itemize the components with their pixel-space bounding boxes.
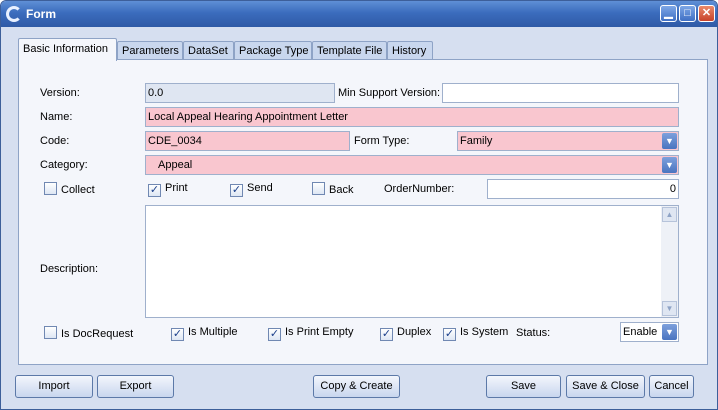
export-button[interactable]: Export (97, 375, 174, 398)
copy-create-button[interactable]: Copy & Create (313, 375, 400, 398)
version-label: Version: (40, 87, 80, 99)
chevron-down-icon[interactable]: ▼ (662, 157, 677, 173)
print-checkbox[interactable]: ✓ Print (148, 182, 188, 197)
tab-package-type[interactable]: Package Type (234, 41, 312, 60)
minimize-button[interactable]: ▁ (660, 5, 677, 22)
form-type-select[interactable]: Family ▼ (457, 131, 679, 151)
status-label: Status: (516, 327, 551, 339)
checkmark-icon[interactable]: ✓ (148, 184, 161, 197)
tab-history[interactable]: History (387, 41, 433, 60)
tab-template-file[interactable]: Template File (312, 41, 387, 60)
title-bar[interactable]: Form ▁ □ ✕ (1, 1, 717, 27)
checkbox-icon[interactable] (312, 182, 325, 195)
category-select[interactable]: Appeal ▼ (145, 155, 679, 175)
maximize-button[interactable]: □ (679, 5, 696, 22)
category-label: Category: (40, 159, 88, 171)
back-label: Back (329, 184, 354, 196)
collect-checkbox[interactable]: Collect (44, 182, 95, 196)
send-checkbox[interactable]: ✓ Send (230, 182, 273, 197)
description-textarea[interactable]: ▲ ▼ (145, 205, 679, 318)
order-number-field[interactable]: 0 (487, 179, 679, 199)
chevron-down-icon[interactable]: ▼ (662, 133, 677, 149)
send-label: Send (247, 182, 273, 194)
is-system-label: Is System (460, 326, 509, 338)
app-logo-icon (6, 6, 22, 22)
close-button[interactable]: ✕ (698, 5, 715, 22)
save-close-button[interactable]: Save & Close (566, 375, 645, 398)
name-label: Name: (40, 111, 73, 123)
name-field[interactable]: Local Appeal Hearing Appointment Letter (145, 107, 679, 127)
checkmark-icon[interactable]: ✓ (443, 328, 456, 341)
duplex-label: Duplex (397, 326, 432, 338)
save-button[interactable]: Save (486, 375, 561, 398)
tab-basic-information[interactable]: Basic Information (18, 38, 117, 61)
chevron-down-icon[interactable]: ▼ (662, 324, 677, 340)
scroll-up-icon[interactable]: ▲ (662, 207, 677, 222)
is-docrequest-checkbox[interactable]: Is DocRequest (44, 326, 133, 340)
print-label: Print (165, 182, 188, 194)
checkmark-icon[interactable]: ✓ (230, 184, 243, 197)
checkmark-icon[interactable]: ✓ (268, 328, 281, 341)
category-value: Appeal (158, 159, 193, 171)
form-type-label: Form Type: (354, 135, 410, 147)
form-window: Form ▁ □ ✕ Basic Information Parameters … (0, 0, 718, 410)
checkmark-icon[interactable]: ✓ (171, 328, 184, 341)
tab-dataset[interactable]: DataSet (183, 41, 234, 60)
scroll-down-icon[interactable]: ▼ (662, 301, 677, 316)
min-support-version-label: Min Support Version: (338, 87, 441, 99)
window-title: Form (26, 7, 56, 21)
is-multiple-label: Is Multiple (188, 326, 238, 338)
collect-label: Collect (61, 184, 95, 196)
form-type-value: Family (460, 135, 493, 147)
order-number-label: OrderNumber: (384, 183, 455, 195)
checkmark-icon[interactable]: ✓ (380, 328, 393, 341)
is-docrequest-label: Is DocRequest (61, 328, 134, 340)
description-label: Description: (40, 263, 99, 275)
is-print-empty-checkbox[interactable]: ✓ Is Print Empty (268, 326, 353, 341)
version-field[interactable]: 0.0 (145, 83, 335, 103)
basic-information-panel: Version: 0.0 Min Support Version: Name: … (18, 59, 708, 365)
cancel-button[interactable]: Cancel (649, 375, 694, 398)
code-label: Code: (40, 135, 70, 147)
is-print-empty-label: Is Print Empty (285, 326, 354, 338)
status-select[interactable]: Enable ▼ (620, 322, 679, 342)
description-scrollbar[interactable]: ▲ ▼ (661, 206, 678, 317)
tab-parameters[interactable]: Parameters (117, 41, 183, 60)
checkbox-icon[interactable] (44, 182, 57, 195)
is-multiple-checkbox[interactable]: ✓ Is Multiple (171, 326, 238, 341)
status-value: Enable (623, 326, 658, 338)
is-system-checkbox[interactable]: ✓ Is System (443, 326, 508, 341)
back-checkbox[interactable]: Back (312, 182, 353, 196)
checkbox-icon[interactable] (44, 326, 57, 339)
import-button[interactable]: Import (15, 375, 93, 398)
duplex-checkbox[interactable]: ✓ Duplex (380, 326, 431, 341)
min-support-version-field[interactable] (442, 83, 679, 103)
code-field[interactable]: CDE_0034 (145, 131, 350, 151)
